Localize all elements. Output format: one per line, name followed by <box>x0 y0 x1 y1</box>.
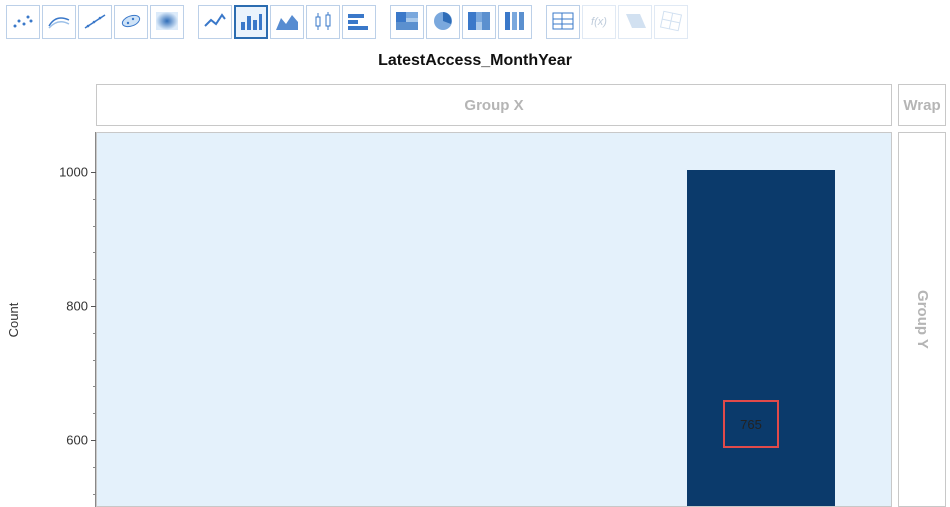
area-chart-chart-button[interactable] <box>270 5 304 39</box>
boxplot-icon <box>310 10 336 35</box>
y-tick-label: 1000 <box>59 165 88 180</box>
function-icon: f(x) <box>586 10 612 35</box>
group-y-drop-zone[interactable]: Group Y <box>898 132 946 507</box>
hbar-chart-button[interactable] <box>342 5 376 39</box>
parallel-chart-button <box>618 5 652 39</box>
y-tick-label: 800 <box>66 299 88 314</box>
packed-bars-icon <box>502 10 528 35</box>
table-icon <box>550 10 576 35</box>
pie-chart-icon <box>430 10 456 35</box>
density-ellipse-icon <box>118 10 144 35</box>
line-chart-icon <box>202 10 228 35</box>
data-label-highlight[interactable]: 765 <box>723 400 779 448</box>
scatter-line-icon <box>82 10 108 35</box>
boxplot-chart-button[interactable] <box>306 5 340 39</box>
heatmap-chart-button[interactable] <box>150 5 184 39</box>
wrap-label: Wrap <box>903 97 940 114</box>
heatmap-icon <box>154 10 180 35</box>
rotated-grid-chart-button <box>654 5 688 39</box>
table-chart-button[interactable] <box>546 5 580 39</box>
contour-icon <box>46 10 72 35</box>
treemap-icon <box>394 10 420 35</box>
scatter-chart-button[interactable] <box>6 5 40 39</box>
bar-chart-icon <box>238 10 264 35</box>
area-chart-icon <box>274 10 300 35</box>
group-y-label: Group Y <box>914 290 931 349</box>
y-axis-label: Count <box>6 302 21 337</box>
bar-chart-chart-button[interactable] <box>234 5 268 39</box>
contour-chart-button[interactable] <box>42 5 76 39</box>
mosaic-chart-button[interactable] <box>462 5 496 39</box>
treemap-chart-button[interactable] <box>390 5 424 39</box>
chart-type-toolbar: f(x) <box>0 0 950 44</box>
y-axis: Count 600 800 1000 <box>0 132 96 507</box>
plot-area[interactable]: 765 <box>96 132 892 507</box>
mosaic-icon <box>466 10 492 35</box>
function-chart-button: f(x) <box>582 5 616 39</box>
wrap-drop-zone[interactable]: Wrap <box>898 84 946 126</box>
scatter-icon <box>10 10 36 35</box>
group-x-label: Group X <box>464 97 523 114</box>
chart-layout: Group X Wrap Count 600 800 1000 765 Group … <box>0 84 950 507</box>
svg-text:f(x): f(x) <box>591 16 607 28</box>
y-tick-label: 600 <box>66 433 88 448</box>
line-chart-chart-button[interactable] <box>198 5 232 39</box>
scatter-line-chart-button[interactable] <box>78 5 112 39</box>
density-ellipse-chart-button[interactable] <box>114 5 148 39</box>
packed-bars-chart-button[interactable] <box>498 5 532 39</box>
pie-chart-chart-button[interactable] <box>426 5 460 39</box>
group-x-drop-zone[interactable]: Group X <box>96 84 892 126</box>
hbar-icon <box>346 10 372 35</box>
chart-title: LatestAccess_MonthYear <box>0 52 950 70</box>
parallel-icon <box>622 10 648 35</box>
bar[interactable] <box>687 170 835 506</box>
rotated-grid-icon <box>658 10 684 35</box>
